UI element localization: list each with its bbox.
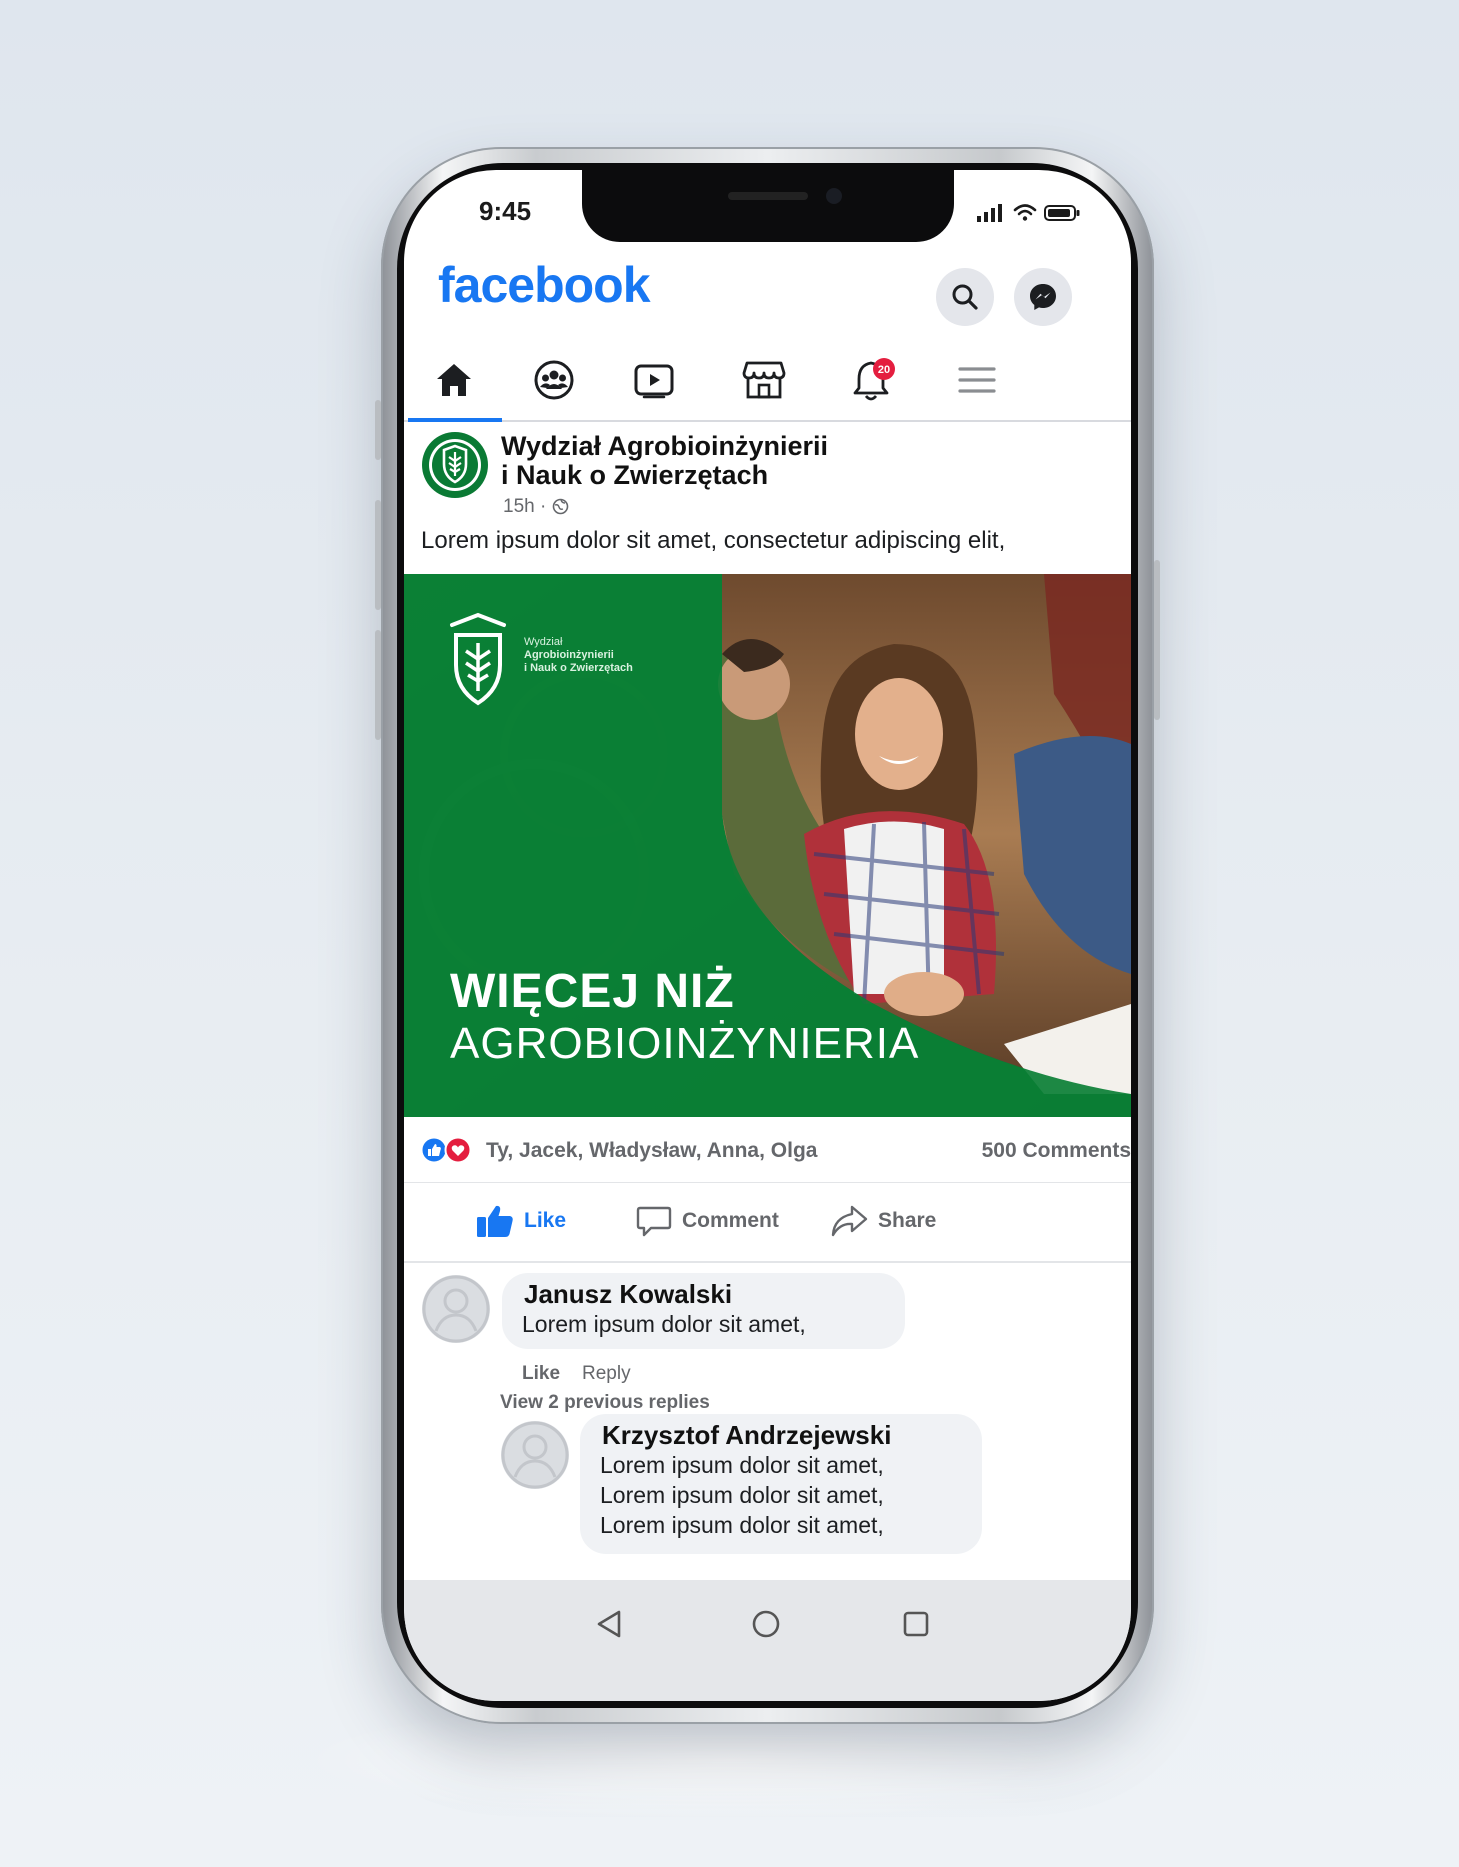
- reply-bubble: Krzysztof Andrzejewski Lorem ipsum dolor…: [580, 1414, 982, 1554]
- default-avatar-icon: [422, 1275, 490, 1343]
- share-button[interactable]: Share: [830, 1201, 936, 1241]
- top-navigation: 20: [404, 340, 1131, 422]
- reply-text-line3: Lorem ipsum dolor sit amet,: [600, 1512, 884, 1538]
- page-avatar[interactable]: [422, 432, 488, 498]
- share-icon: [831, 1205, 868, 1237]
- mute-switch: [375, 400, 381, 460]
- comment-label: Comment: [682, 1209, 779, 1232]
- nav-groups[interactable]: [504, 340, 604, 420]
- like-label: Like: [524, 1209, 567, 1232]
- power-button: [1154, 560, 1160, 720]
- search-button[interactable]: [936, 268, 994, 326]
- recent-apps-button[interactable]: [894, 1602, 938, 1646]
- phone-screen: 9:45 facebook 20 Wydział Agrobioinżynier…: [404, 170, 1131, 1701]
- like-reaction-icon: [420, 1136, 448, 1164]
- replier-avatar[interactable]: [501, 1421, 569, 1489]
- back-triangle-icon: [597, 1610, 621, 1638]
- banner-logo-line3: i Nauk o Zwierzętach: [524, 662, 633, 674]
- reply-text-line2: Lorem ipsum dolor sit amet,: [600, 1482, 884, 1508]
- status-time: 9:45: [479, 196, 532, 226]
- reaction-names[interactable]: Ty, Jacek, Władysław, Anna, Olga: [486, 1139, 817, 1163]
- groups-icon: [534, 360, 574, 400]
- messenger-icon: [1030, 284, 1056, 310]
- home-button[interactable]: [744, 1602, 788, 1646]
- reply-text-line1: Lorem ipsum dolor sit amet,: [600, 1452, 884, 1478]
- comment-like-link[interactable]: Like: [522, 1363, 560, 1385]
- banner-logo-line2: Agrobioinżynierii: [524, 649, 614, 661]
- reaction-icons[interactable]: [420, 1136, 476, 1164]
- watch-icon: [634, 364, 674, 399]
- post-timestamp: 15h ·: [503, 496, 552, 517]
- nav-watch[interactable]: [604, 340, 704, 420]
- square-icon: [903, 1611, 929, 1637]
- home-icon: [437, 364, 471, 396]
- signal-icon: [977, 204, 1002, 222]
- comment-button[interactable]: Comment: [636, 1201, 779, 1241]
- post-text: Lorem ipsum dolor sit amet, consectetur …: [421, 527, 1006, 554]
- replier-name[interactable]: Krzysztof Andrzejewski: [602, 1420, 891, 1451]
- banner-title-line1: WIĘCEJ NIŻ: [450, 965, 735, 1018]
- nav-marketplace[interactable]: [714, 340, 814, 420]
- like-button[interactable]: Like: [476, 1201, 566, 1241]
- volume-down-button: [375, 630, 381, 740]
- share-label: Share: [878, 1209, 937, 1232]
- system-navigation-bar: [404, 1580, 1131, 1701]
- default-avatar-icon: [501, 1421, 569, 1489]
- reactions-bar: Ty, Jacek, Władysław, Anna, Olga 500 Com…: [404, 1118, 1131, 1183]
- faculty-banner-logo: [450, 612, 506, 706]
- comment-text: Lorem ipsum dolor sit amet,: [522, 1311, 806, 1337]
- post-actions: Like Comment Share: [404, 1183, 1131, 1263]
- thumbs-up-icon: [477, 1205, 513, 1237]
- nav-home[interactable]: [404, 340, 504, 422]
- commenter-avatar[interactable]: [422, 1275, 490, 1343]
- notch: [582, 170, 954, 242]
- faculty-shield-logo: [424, 434, 486, 496]
- volume-up-button: [375, 500, 381, 610]
- post-image[interactable]: Wydział Agrobioinżynierii i Nauk o Zwier…: [404, 574, 1131, 1117]
- post-author-line1: Wydział Agrobioinżynierii: [501, 431, 829, 461]
- marketplace-icon: [742, 361, 786, 399]
- comment-reply-link[interactable]: Reply: [582, 1363, 631, 1385]
- front-camera: [826, 188, 842, 204]
- banner-logo-line1: Wydział: [524, 636, 563, 648]
- home-circle-icon: [752, 1610, 780, 1638]
- comment-bubble: Janusz Kowalski Lorem ipsum dolor sit am…: [502, 1273, 905, 1349]
- back-button[interactable]: [588, 1602, 632, 1646]
- banner-logo-text: Wydział Agrobioinżynierii i Nauk o Zwier…: [524, 636, 664, 675]
- view-previous-replies-link[interactable]: View 2 previous replies: [500, 1392, 710, 1414]
- nav-notifications[interactable]: 20: [824, 340, 924, 420]
- wifi-icon: [1013, 204, 1037, 221]
- comments-count[interactable]: 500 Comments: [982, 1139, 1131, 1163]
- notifications-icon: 20: [853, 358, 895, 401]
- battery-icon: [1044, 205, 1080, 221]
- notification-badge: 20: [878, 364, 890, 376]
- post-meta: 15h ·: [503, 496, 569, 518]
- facebook-logo[interactable]: facebook: [438, 256, 651, 314]
- post-author-line2: i Nauk o Zwierzętach: [501, 460, 769, 490]
- status-icons: [977, 204, 1080, 222]
- messenger-button[interactable]: [1014, 268, 1072, 326]
- menu-icon: [958, 367, 996, 393]
- nav-active-indicator: [408, 418, 502, 422]
- banner-title-line2: AGROBIOINŻYNIERIA: [450, 1019, 920, 1068]
- globe-icon: [552, 498, 568, 515]
- nav-menu[interactable]: [927, 340, 1027, 420]
- love-reaction-icon: [444, 1136, 472, 1164]
- search-icon: [952, 284, 978, 310]
- speaker: [728, 192, 808, 200]
- comment-icon: [636, 1206, 672, 1237]
- post-author[interactable]: Wydział Agrobioinżynierii i Nauk o Zwier…: [501, 432, 921, 490]
- commenter-name[interactable]: Janusz Kowalski: [524, 1279, 732, 1310]
